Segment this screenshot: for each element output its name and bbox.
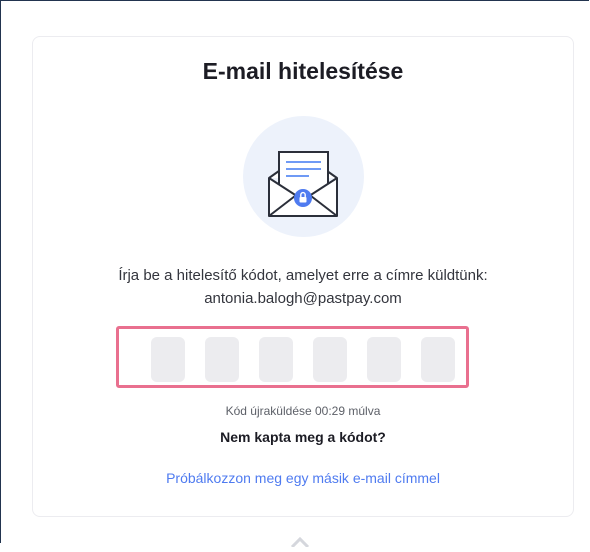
- code-digit-3[interactable]: [259, 337, 293, 382]
- code-digit-4[interactable]: [313, 337, 347, 382]
- logo-partial: [280, 534, 320, 549]
- code-digit-6[interactable]: [421, 337, 455, 382]
- code-digit-2[interactable]: [205, 337, 239, 382]
- try-another-email-link[interactable]: Próbálkozzon meg egy másik e-mail címmel: [33, 470, 573, 486]
- instruction-text: Írja be a hitelesítő kódot, amelyet erre…: [118, 267, 488, 284]
- envelope-lock-icon: [243, 116, 364, 237]
- code-digit-5[interactable]: [367, 337, 401, 382]
- not-received-heading: Nem kapta meg a kódot?: [220, 429, 386, 445]
- resend-timer: Kód újraküldése 00:29 múlva: [225, 404, 381, 418]
- email-address: antonia.balogh@pastpay.com: [204, 290, 402, 307]
- verification-card: E-mail hitelesítése Írja be a hitelesítő…: [32, 36, 574, 517]
- page-title: E-mail hitelesítése: [202, 58, 404, 84]
- code-digit-1[interactable]: [151, 337, 185, 382]
